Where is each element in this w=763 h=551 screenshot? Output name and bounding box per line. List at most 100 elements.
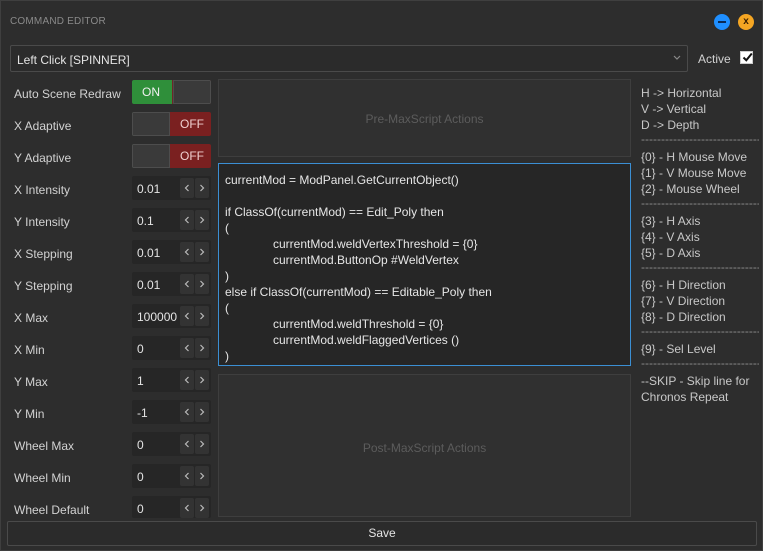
x-adaptive-label: X Adaptive <box>14 119 72 133</box>
increment-button[interactable] <box>195 178 209 198</box>
y-stepping-spinner[interactable]: 0.01 <box>132 272 211 296</box>
row-wheel-min: Wheel Min 0 <box>1 464 216 490</box>
increment-button[interactable] <box>195 402 209 422</box>
x-stepping-spinner[interactable]: 0.01 <box>132 240 211 264</box>
chevron-right-icon <box>200 216 205 224</box>
increment-button[interactable] <box>195 210 209 230</box>
decrement-button[interactable] <box>180 242 194 262</box>
legend-line: Chronos Repeat <box>641 390 729 404</box>
legend-line: {3} - H Axis <box>641 214 701 228</box>
x-max-value[interactable]: 100000 <box>137 310 177 324</box>
row-x-stepping: X Stepping 0.01 <box>1 240 216 266</box>
wheel-max-label: Wheel Max <box>14 439 75 453</box>
active-checkbox[interactable] <box>740 51 753 64</box>
x-min-value[interactable]: 0 <box>137 342 144 356</box>
code-line: ) <box>225 269 229 283</box>
wheel-min-spinner[interactable]: 0 <box>132 464 211 488</box>
y-intensity-spinner[interactable]: 0.1 <box>132 208 211 232</box>
chevron-right-icon <box>200 312 205 320</box>
decrement-button[interactable] <box>180 338 194 358</box>
chevron-left-icon <box>184 312 189 320</box>
x-intensity-spinner[interactable]: 0.01 <box>132 176 211 200</box>
save-button[interactable]: Save <box>7 521 757 546</box>
decrement-button[interactable] <box>180 434 194 454</box>
parameter-legend: H -> Horizontal V -> Vertical D -> Depth… <box>641 85 759 405</box>
chevron-right-icon <box>200 504 205 512</box>
toggle-off-label: OFF <box>170 144 211 168</box>
code-line: currentMod.ButtonOp #WeldVertex <box>273 253 459 267</box>
row-wheel-max: Wheel Max 0 <box>1 432 216 458</box>
decrement-button[interactable] <box>180 466 194 486</box>
auto-scene-redraw-toggle[interactable]: ON <box>132 80 211 104</box>
title-bar[interactable]: COMMAND EDITOR x <box>1 1 762 41</box>
wheel-min-value[interactable]: 0 <box>137 470 144 484</box>
increment-button[interactable] <box>195 498 209 518</box>
legend-separator: ------------------------------- <box>641 325 759 338</box>
x-intensity-value[interactable]: 0.01 <box>137 182 160 196</box>
wheel-max-spinner[interactable]: 0 <box>132 432 211 456</box>
toggle-knob <box>132 112 170 136</box>
decrement-button[interactable] <box>180 402 194 422</box>
chevron-left-icon <box>184 440 189 448</box>
y-adaptive-toggle[interactable]: OFF <box>132 144 211 168</box>
close-button[interactable]: x <box>738 14 754 30</box>
decrement-button[interactable] <box>180 498 194 518</box>
chevron-right-icon <box>200 184 205 192</box>
x-max-spinner[interactable]: 100000 <box>132 304 211 328</box>
active-label: Active <box>698 52 731 66</box>
row-y-min: Y Min -1 <box>1 400 216 426</box>
increment-button[interactable] <box>195 370 209 390</box>
increment-button[interactable] <box>195 434 209 454</box>
x-min-label: X Min <box>14 343 45 357</box>
increment-button[interactable] <box>195 242 209 262</box>
x-max-label: X Max <box>14 311 49 325</box>
y-min-value[interactable]: -1 <box>137 406 148 420</box>
decrement-button[interactable] <box>180 178 194 198</box>
legend-line: {6} - H Direction <box>641 278 726 292</box>
legend-separator: ------------------------------- <box>641 261 759 274</box>
minimize-button[interactable] <box>714 14 730 30</box>
auto-scene-redraw-label: Auto Scene Redraw <box>14 87 121 101</box>
y-intensity-value[interactable]: 0.1 <box>137 214 154 228</box>
pre-maxscript-actions-panel[interactable]: Pre-MaxScript Actions <box>218 79 631 157</box>
command-dropdown[interactable]: Left Click [SPINNER] <box>10 45 688 72</box>
x-min-spinner[interactable]: 0 <box>132 336 211 360</box>
post-maxscript-actions-panel[interactable]: Post-MaxScript Actions <box>218 374 631 517</box>
increment-button[interactable] <box>195 466 209 486</box>
wheel-default-value[interactable]: 0 <box>137 502 144 516</box>
decrement-button[interactable] <box>180 274 194 294</box>
y-max-spinner[interactable]: 1 <box>132 368 211 392</box>
chevron-left-icon <box>184 280 189 288</box>
chevron-right-icon <box>200 472 205 480</box>
row-auto-scene-redraw: Auto Scene Redraw ON <box>1 80 216 106</box>
wheel-default-spinner[interactable]: 0 <box>132 496 211 518</box>
window-title: COMMAND EDITOR <box>10 16 106 27</box>
decrement-button[interactable] <box>180 306 194 326</box>
row-y-intensity: Y Intensity 0.1 <box>1 208 216 234</box>
post-maxscript-actions-placeholder: Post-MaxScript Actions <box>362 441 487 455</box>
legend-separator: ------------------------------- <box>641 197 759 210</box>
increment-button[interactable] <box>195 306 209 326</box>
y-min-spinner[interactable]: -1 <box>132 400 211 424</box>
y-max-value[interactable]: 1 <box>137 374 144 388</box>
chevron-right-icon <box>200 280 205 288</box>
x-stepping-value[interactable]: 0.01 <box>137 246 160 260</box>
x-adaptive-toggle[interactable]: OFF <box>132 112 211 136</box>
code-line: currentMod.weldThreshold = {0} <box>273 317 444 331</box>
increment-button[interactable] <box>195 274 209 294</box>
chevron-left-icon <box>184 376 189 384</box>
chevron-left-icon <box>184 184 189 192</box>
checkmark-icon <box>742 52 753 62</box>
decrement-button[interactable] <box>180 210 194 230</box>
decrement-button[interactable] <box>180 370 194 390</box>
legend-line: {4} - V Axis <box>641 230 700 244</box>
wheel-max-value[interactable]: 0 <box>137 438 144 452</box>
y-intensity-label: Y Intensity <box>14 215 70 229</box>
maxscript-editor[interactable]: currentMod = ModPanel.GetCurrentObject()… <box>218 163 631 366</box>
legend-line: {7} - V Direction <box>641 294 726 308</box>
increment-button[interactable] <box>195 338 209 358</box>
code-line: currentMod.weldFlaggedVertices () <box>273 333 460 347</box>
y-stepping-value[interactable]: 0.01 <box>137 278 160 292</box>
legend-line: {8} - D Direction <box>641 310 726 324</box>
legend-line: V -> Vertical <box>641 102 707 116</box>
